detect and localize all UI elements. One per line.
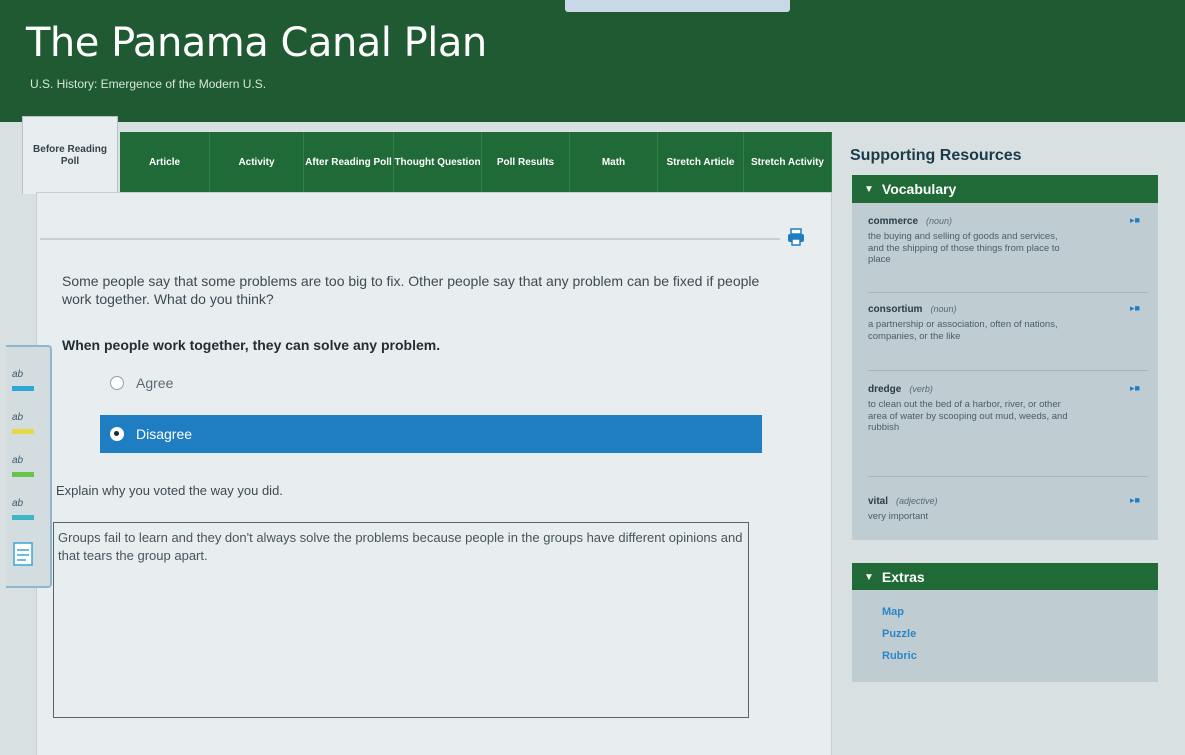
tab-article[interactable]: Article bbox=[120, 132, 210, 194]
vocab-item: dredge (verb) to clean out the bed of a h… bbox=[868, 379, 1148, 477]
notes-icon[interactable] bbox=[12, 541, 38, 566]
caret-down-icon: ▼ bbox=[864, 571, 874, 583]
vocab-word: commerce bbox=[868, 216, 919, 227]
highlight-yellow-icon[interactable]: ab bbox=[12, 412, 38, 434]
swatch-teal bbox=[12, 515, 34, 520]
audio-play-icon[interactable]: ▸■ bbox=[1130, 495, 1140, 506]
radio-agree[interactable] bbox=[110, 376, 124, 390]
vocab-part-of-speech: (verb) bbox=[909, 384, 933, 394]
highlight-teal-icon[interactable]: ab bbox=[12, 498, 38, 520]
tool-glyph: ab bbox=[12, 412, 24, 423]
vocab-definition: very important bbox=[868, 511, 929, 522]
browser-taskbar-strip bbox=[565, 0, 790, 12]
extras-panel: Map Puzzle Rubric bbox=[852, 590, 1158, 682]
swatch-green bbox=[12, 472, 34, 477]
explanation-textarea[interactable]: Groups fail to learn and they don't alwa… bbox=[53, 522, 749, 718]
vocab-definition: the buying and selling of goods and serv… bbox=[868, 231, 1060, 265]
swatch-yellow bbox=[12, 429, 34, 434]
extras-toggle[interactable]: ▼ Extras bbox=[852, 563, 1158, 591]
tab-bar: Before Reading Poll Article Activity Aft… bbox=[22, 116, 832, 196]
tab-poll-results[interactable]: Poll Results bbox=[482, 132, 570, 194]
audio-play-icon[interactable]: ▸■ bbox=[1130, 303, 1140, 314]
supporting-resources-heading: Supporting Resources bbox=[850, 147, 1022, 164]
tab-thought-question[interactable]: Thought Question bbox=[394, 132, 482, 194]
page-subtitle: U.S. History: Emergence of the Modern U.… bbox=[30, 77, 267, 91]
vocab-definition: a partnership or association, often of n… bbox=[868, 319, 1058, 342]
vocab-word: dredge bbox=[868, 384, 902, 395]
tab-before-reading-poll[interactable]: Before Reading Poll bbox=[22, 116, 118, 194]
tab-math[interactable]: Math bbox=[570, 132, 658, 194]
vocab-part-of-speech: (noun) bbox=[930, 304, 957, 314]
option-disagree[interactable]: Disagree bbox=[100, 415, 762, 453]
vocab-word: vital bbox=[868, 496, 889, 507]
tool-glyph: ab bbox=[12, 369, 24, 380]
radio-disagree[interactable] bbox=[110, 427, 124, 441]
caret-down-icon: ▼ bbox=[864, 183, 874, 195]
option-disagree-label: Disagree bbox=[136, 426, 193, 442]
annotation-toolbar: ab ab ab ab bbox=[6, 345, 52, 588]
vocab-definition: to clean out the bed of a harbor, river,… bbox=[868, 399, 1068, 433]
content-divider bbox=[40, 238, 780, 240]
vocab-part-of-speech: (adjective) bbox=[896, 496, 938, 506]
vocab-item: commerce (noun) the buying and selling of… bbox=[868, 211, 1148, 293]
highlight-green-icon[interactable]: ab bbox=[12, 455, 38, 477]
tab-stretch-article[interactable]: Stretch Article bbox=[658, 132, 744, 194]
tab-after-reading-poll[interactable]: After Reading Poll bbox=[304, 132, 394, 194]
swatch-blue bbox=[12, 386, 34, 391]
vocabulary-panel: commerce (noun) the buying and selling of… bbox=[852, 203, 1158, 540]
tab-activity[interactable]: Activity bbox=[210, 132, 304, 194]
audio-play-icon[interactable]: ▸■ bbox=[1130, 383, 1140, 394]
vocab-word: consortium bbox=[868, 304, 923, 315]
vocabulary-toggle[interactable]: ▼ Vocabulary bbox=[852, 175, 1158, 203]
poll-question: Some people say that some problems are t… bbox=[62, 273, 760, 307]
tool-glyph: ab bbox=[12, 498, 24, 509]
page-title: The Panama Canal Plan bbox=[26, 20, 487, 66]
page-header: The Panama Canal Plan U.S. History: Emer… bbox=[0, 0, 1185, 122]
audio-play-icon[interactable]: ▸■ bbox=[1130, 215, 1140, 226]
extras-link-rubric[interactable]: Rubric bbox=[882, 650, 917, 662]
extras-title: Extras bbox=[881, 569, 925, 585]
vocab-part-of-speech: (noun) bbox=[926, 216, 953, 226]
extras-link-map[interactable]: Map bbox=[882, 606, 904, 618]
extras-link-puzzle[interactable]: Puzzle bbox=[882, 628, 916, 640]
option-agree[interactable]: Agree bbox=[100, 368, 400, 398]
vocab-item: vital (adjective) very important ▸■ bbox=[868, 491, 1148, 531]
tab-stretch-activity[interactable]: Stretch Activity bbox=[744, 132, 832, 194]
tool-glyph: ab bbox=[12, 455, 24, 466]
poll-statement: When people work together, they can solv… bbox=[62, 337, 441, 353]
vocabulary-title: Vocabulary bbox=[881, 181, 957, 197]
print-icon[interactable] bbox=[787, 228, 805, 246]
vocab-item: consortium (noun) a partnership or associ… bbox=[868, 299, 1148, 371]
highlight-blue-icon[interactable]: ab bbox=[12, 369, 38, 391]
option-agree-label: Agree bbox=[136, 375, 174, 391]
explain-label: Explain why you voted the way you did. bbox=[56, 483, 283, 498]
notes-glyph bbox=[13, 542, 33, 566]
